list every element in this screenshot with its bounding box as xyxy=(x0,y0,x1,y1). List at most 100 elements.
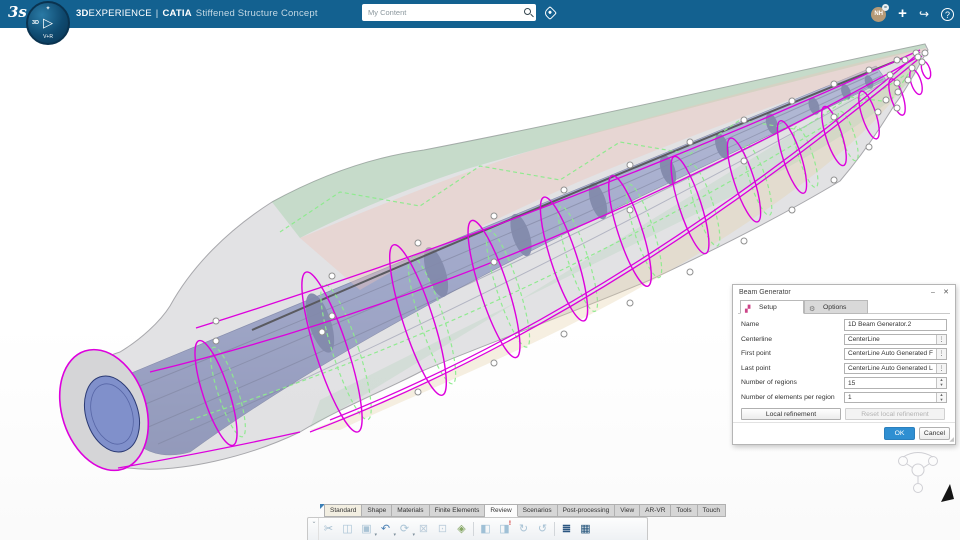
tab-scenarios[interactable]: Scenarios xyxy=(517,504,558,517)
tab-materials[interactable]: Materials xyxy=(392,504,430,517)
tab-ar-vr[interactable]: AR-VR xyxy=(640,504,672,517)
tab-post-processing[interactable]: Post-processing xyxy=(557,504,616,517)
undo-glyph: ↶ xyxy=(380,523,391,535)
toolbar-separator xyxy=(554,522,555,536)
last-point-menu-icon[interactable]: ⋮ xyxy=(936,363,946,374)
search-box[interactable] xyxy=(362,4,536,21)
avatar-initials: NH xyxy=(874,10,883,17)
action-bar-tabs: Standard Shape Materials Finite Elements… xyxy=(324,504,726,517)
share-icon[interactable]: ↪ xyxy=(919,7,929,21)
centerline-label: Centerline xyxy=(741,335,772,343)
regions-input[interactable] xyxy=(845,378,936,388)
field-row-elements: Number of elements per region ▲▼ xyxy=(741,391,947,406)
layer-stack-icon[interactable]: ≣ xyxy=(557,519,576,539)
tab-options[interactable]: ⚙ Options xyxy=(804,300,868,314)
sync-icon[interactable]: ↺ xyxy=(533,519,552,539)
add-content-button[interactable]: + xyxy=(898,0,907,28)
regions-spinner[interactable]: ▲ ▼ xyxy=(936,378,946,388)
data-table-icon[interactable]: ▦ xyxy=(576,519,595,539)
update-glyph: ⟳ xyxy=(399,523,410,535)
tab-tools[interactable]: Tools xyxy=(671,504,698,517)
no-update-icon[interactable]: ⊠ xyxy=(414,519,433,539)
search-input[interactable] xyxy=(368,5,513,19)
title-divider: | xyxy=(155,8,159,19)
tab-options-label: Options xyxy=(823,304,847,311)
field-row-centerline: Centerline ⋮ xyxy=(741,333,947,348)
status-badge xyxy=(882,3,890,11)
manage-views-glyph: ◈ xyxy=(457,523,466,535)
avatar[interactable]: NH xyxy=(871,3,890,22)
3ds-logo-icon: 3s xyxy=(8,3,27,21)
alert-badge: ! xyxy=(508,520,511,527)
alert-panel-icon[interactable]: ◨! xyxy=(495,519,514,539)
elements-spinner[interactable]: ▲ ▼ xyxy=(936,392,946,403)
last-point-label: Last point xyxy=(741,364,771,372)
tab-touch[interactable]: Touch xyxy=(697,504,726,517)
elements-input[interactable] xyxy=(845,392,936,403)
setup-icon: ▞ xyxy=(745,306,751,313)
centerline-menu-icon[interactable]: ⋮ xyxy=(936,334,946,345)
import-update-icon[interactable]: ⊡ xyxy=(433,519,452,539)
ok-button[interactable]: OK xyxy=(884,427,915,440)
first-point-label: First point xyxy=(741,350,771,358)
reset-local-refinement-button: Reset local refinement xyxy=(845,407,945,421)
import-update-glyph: ⊡ xyxy=(437,523,448,535)
top-bar: 3s ✦ ▷ 3D V+R 3DEXPERIENCE | CATIA Stiffene… xyxy=(0,0,960,45)
cut-icon[interactable]: ✂ xyxy=(319,519,338,539)
first-point-input[interactable] xyxy=(845,349,936,359)
brand-bold: 3D xyxy=(76,8,89,19)
blade-model xyxy=(58,43,954,502)
name-input[interactable] xyxy=(845,320,946,330)
tab-setup[interactable]: ▞ Setup xyxy=(740,300,804,314)
toolbar-overflow-chevron-icon[interactable]: ⌄ xyxy=(310,518,319,540)
resize-grip[interactable]: ◢ xyxy=(949,436,954,443)
field-row-first-point: First point ⋮ xyxy=(741,347,947,362)
cancel-button[interactable]: Cancel xyxy=(919,427,950,440)
compass-north-icon[interactable]: ✦ xyxy=(28,5,68,12)
tab-shape[interactable]: Shape xyxy=(362,504,393,517)
paste-icon[interactable]: ▣ ▾ xyxy=(357,519,377,539)
data-table-glyph: ▦ xyxy=(580,523,591,535)
field-row-regions: Number of regions ▲▼ xyxy=(741,376,947,391)
dialog-title-bar[interactable]: Beam Generator – ✕ xyxy=(733,285,955,300)
regions-label: Number of regions xyxy=(741,379,797,387)
tab-review[interactable]: Review xyxy=(485,504,518,517)
tag-icon[interactable] xyxy=(542,5,558,21)
dialog-footer: OK Cancel ◢ xyxy=(733,422,955,444)
tab-finite-elements[interactable]: Finite Elements xyxy=(429,504,486,517)
tab-view[interactable]: View xyxy=(615,504,641,517)
robot-triad[interactable] xyxy=(898,452,938,493)
layer-stack-glyph: ≣ xyxy=(561,523,572,535)
copy-icon[interactable]: ◫ xyxy=(338,519,357,539)
field-row-name: Name xyxy=(741,318,947,333)
search-icon[interactable] xyxy=(524,8,531,15)
local-refinement-button[interactable]: Local refinement xyxy=(741,407,841,421)
sync-glyph: ↺ xyxy=(537,523,548,535)
toolbar-separator xyxy=(473,522,474,536)
help-icon[interactable]: ? xyxy=(941,7,954,21)
manage-views-icon[interactable]: ◈ xyxy=(452,519,471,539)
panel-layout-glyph: ◧ xyxy=(480,523,491,535)
brand: EXPERIENCE xyxy=(88,8,152,19)
undo-icon[interactable]: ↶ ▾ xyxy=(376,519,396,539)
elements-label: Number of elements per region xyxy=(741,393,835,401)
first-point-menu-icon[interactable]: ⋮ xyxy=(936,349,946,359)
last-point-input[interactable] xyxy=(845,363,936,374)
dialog-title: Beam Generator xyxy=(739,289,791,296)
dialog-tab-strip: ▞ Setup ⚙ Options xyxy=(738,300,950,314)
tab-setup-label: Setup xyxy=(759,304,777,311)
refresh-glyph: ↻ xyxy=(518,523,529,535)
no-update-glyph: ⊠ xyxy=(418,523,429,535)
beam-generator-dialog: Beam Generator – ✕ ▞ Setup ⚙ Options Name … xyxy=(732,284,956,445)
compass-3d-label[interactable]: 3D xyxy=(32,20,39,26)
refresh-icon[interactable]: ↻ xyxy=(514,519,533,539)
compass-widget[interactable]: ✦ ▷ 3D V+R xyxy=(26,1,70,45)
panel-layout-icon[interactable]: ◧ xyxy=(476,519,495,539)
minimize-icon[interactable]: – xyxy=(927,285,939,300)
tab-standard[interactable]: Standard xyxy=(324,504,363,517)
3d-viewport[interactable] xyxy=(0,0,960,540)
close-icon[interactable]: ✕ xyxy=(940,285,952,300)
compass-vr-label[interactable]: V+R xyxy=(28,34,68,40)
update-icon[interactable]: ⟳ ▾ xyxy=(395,519,415,539)
centerline-input[interactable] xyxy=(845,334,936,345)
